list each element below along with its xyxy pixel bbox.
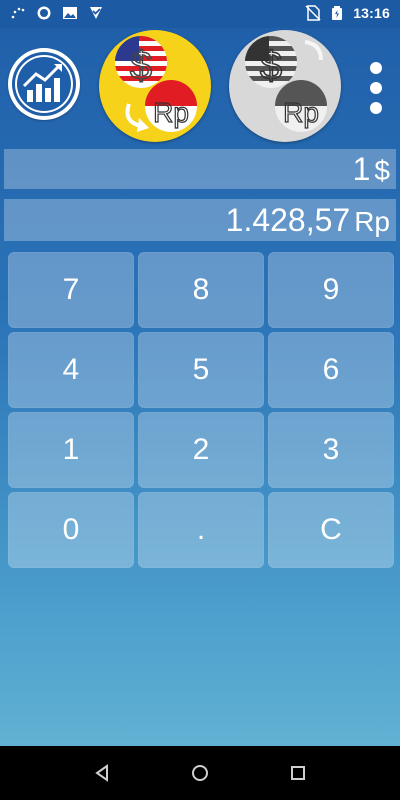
usd-idr-grey-coin-icon: $ Rp: [245, 36, 327, 132]
input-amount-display[interactable]: 1 $: [4, 149, 396, 189]
recents-icon[interactable]: [288, 763, 308, 783]
image-icon: [63, 7, 77, 19]
circle-icon: [37, 6, 51, 20]
key-1[interactable]: 1: [8, 412, 134, 488]
output-unit: Rp: [354, 206, 390, 237]
home-icon[interactable]: [190, 763, 210, 783]
app-header: $ Rp $ Rp: [0, 28, 400, 148]
key-6[interactable]: 6: [268, 332, 394, 408]
svg-text:Rp: Rp: [153, 97, 189, 128]
more-vertical-icon: [370, 102, 382, 114]
key-8[interactable]: 8: [138, 252, 264, 328]
status-bar-right: 13:16: [305, 5, 390, 21]
key-clear[interactable]: C: [268, 492, 394, 568]
trend-chart-icon: [12, 52, 76, 116]
currency-pair-usd-idr-inactive[interactable]: $ Rp: [229, 30, 341, 142]
check-badge-icon: [90, 7, 102, 19]
input-unit: $: [374, 155, 390, 186]
status-time: 13:16: [353, 5, 390, 21]
status-bar: 13:16: [0, 0, 400, 28]
navigation-bar: [0, 746, 400, 800]
key-2[interactable]: 2: [138, 412, 264, 488]
more-vertical-icon: [370, 62, 382, 74]
input-value: 1: [352, 151, 371, 187]
key-4[interactable]: 4: [8, 332, 134, 408]
key-5[interactable]: 5: [138, 332, 264, 408]
back-icon[interactable]: [92, 763, 112, 783]
loading-dots-icon: [11, 7, 25, 19]
svg-text:$: $: [260, 44, 282, 88]
key-0[interactable]: 0: [8, 492, 134, 568]
output-value: 1.428,57: [225, 202, 351, 238]
svg-text:$: $: [130, 44, 152, 88]
usd-idr-coin-icon: $ Rp: [115, 36, 197, 132]
keypad: 7 8 9 4 5 6 1 2 3 0 . C: [8, 252, 394, 568]
more-options-button[interactable]: [364, 62, 388, 114]
key-3[interactable]: 3: [268, 412, 394, 488]
svg-text:Rp: Rp: [283, 97, 319, 128]
currency-pair-usd-idr-active[interactable]: $ Rp: [99, 30, 211, 142]
chart-button[interactable]: [8, 48, 80, 120]
key-7[interactable]: 7: [8, 252, 134, 328]
battery-icon: [332, 6, 343, 20]
no-sim-icon: [305, 5, 321, 21]
key-9[interactable]: 9: [268, 252, 394, 328]
key-decimal[interactable]: .: [138, 492, 264, 568]
status-bar-left: [10, 5, 104, 21]
more-vertical-icon: [370, 82, 382, 94]
output-amount-display[interactable]: 1.428,57 Rp: [4, 199, 396, 241]
